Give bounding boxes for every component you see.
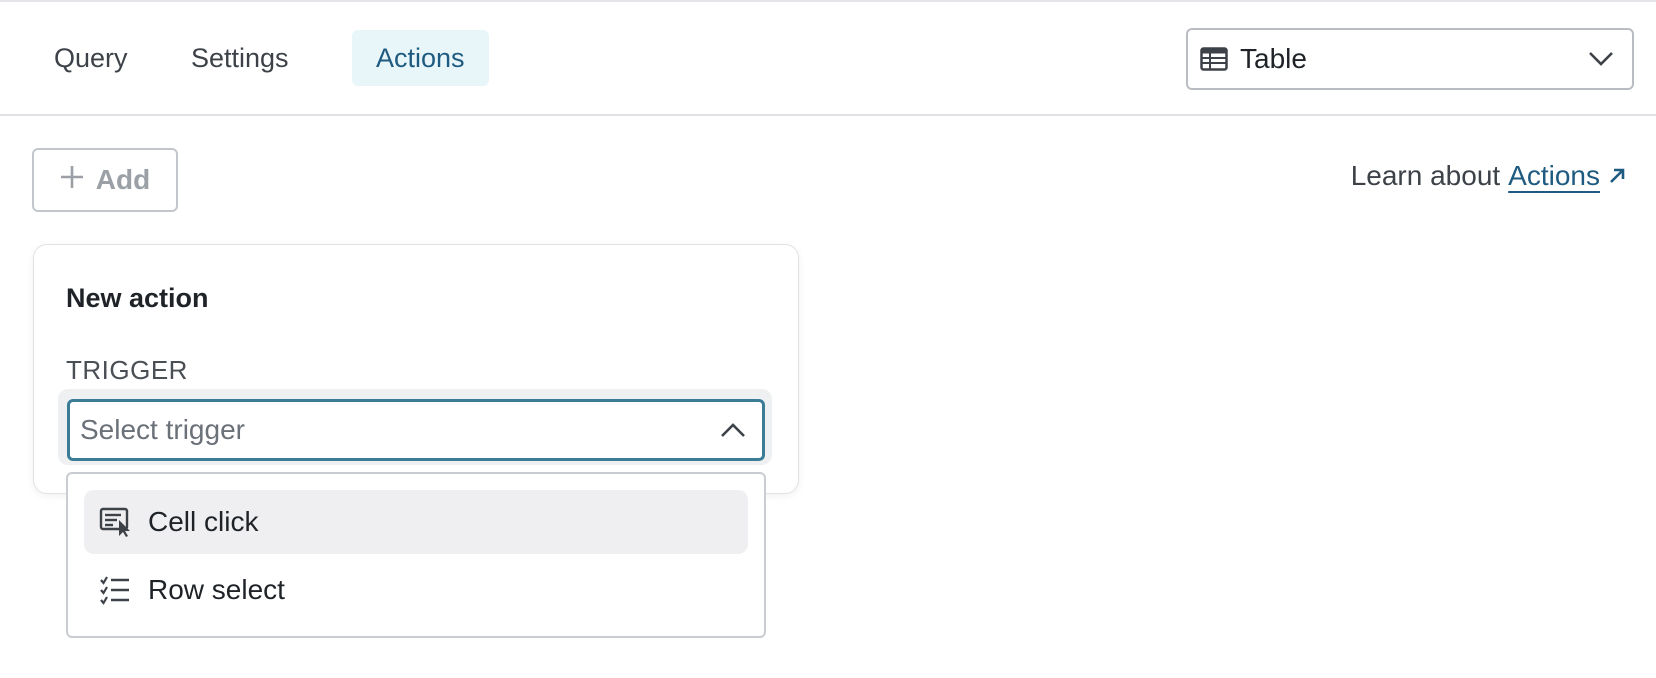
plus-icon (60, 164, 84, 196)
trigger-dropdown-menu: Cell click Row select (66, 472, 766, 638)
option-label: Cell click (148, 506, 259, 537)
actions-docs-link[interactable]: Actions (1508, 160, 1600, 192)
trigger-option-cell-click[interactable]: Cell click (84, 490, 748, 554)
add-action-button[interactable]: Add (32, 148, 178, 212)
visualization-type-select[interactable]: Table (1186, 28, 1634, 90)
chevron-up-icon (718, 415, 748, 445)
tab-query[interactable]: Query (30, 30, 152, 86)
new-action-card: New action TRIGGER Select trigger (33, 244, 799, 494)
tab-actions[interactable]: Actions (352, 30, 489, 86)
card-title: New action (66, 283, 209, 313)
row-select-icon (98, 573, 132, 607)
option-label: Row select (148, 574, 285, 605)
learn-prefix: Learn about (1350, 160, 1501, 191)
trigger-placeholder: Select trigger (80, 414, 245, 445)
table-icon (1200, 44, 1230, 74)
chevron-down-icon (1586, 44, 1616, 74)
cell-click-icon (98, 505, 132, 539)
external-link-icon[interactable] (1608, 167, 1626, 185)
tab-settings[interactable]: Settings (167, 30, 313, 86)
trigger-option-row-select[interactable]: Row select (84, 558, 748, 622)
add-label: Add (95, 164, 151, 195)
trigger-select[interactable]: Select trigger (67, 399, 765, 461)
trigger-label: TRIGGER (66, 355, 188, 385)
learn-about-actions: Learn about Actions (1351, 160, 1626, 192)
editor-header: Query Settings Actions Table (0, 2, 1656, 116)
visualization-type-label: Table (1240, 43, 1307, 74)
